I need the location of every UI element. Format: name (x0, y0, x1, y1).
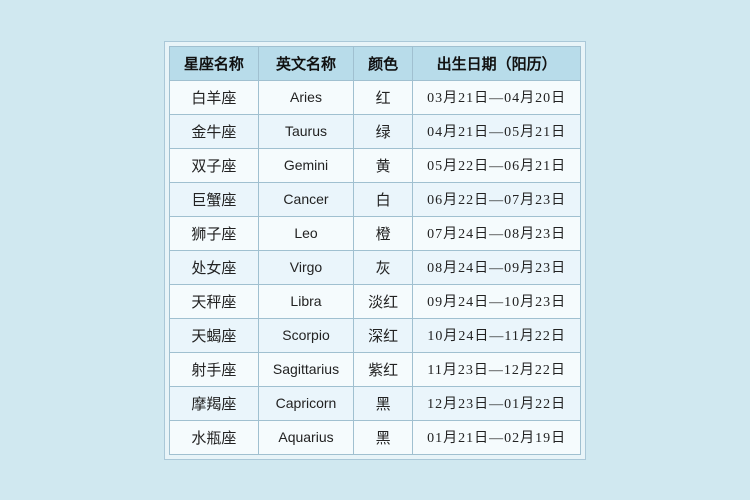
table-row: 处女座Virgo灰08月24日—09月23日 (169, 250, 580, 284)
table-row: 水瓶座Aquarius黑01月21日—02月19日 (169, 420, 580, 454)
cell-color: 灰 (354, 250, 413, 284)
cell-date_range: 03月21日—04月20日 (413, 80, 581, 114)
cell-date_range: 10月24日—11月22日 (413, 318, 581, 352)
table-row: 天蝎座Scorpio深红10月24日—11月22日 (169, 318, 580, 352)
cell-zh_name: 天蝎座 (169, 318, 258, 352)
column-header-en_name: 英文名称 (258, 46, 353, 80)
column-header-color: 颜色 (354, 46, 413, 80)
cell-date_range: 12月23日—01月22日 (413, 386, 581, 420)
column-header-date_range: 出生日期（阳历） (413, 46, 581, 80)
table-row: 狮子座Leo橙07月24日—08月23日 (169, 216, 580, 250)
table-row: 巨蟹座Cancer白06月22日—07月23日 (169, 182, 580, 216)
cell-en_name: Aquarius (258, 420, 353, 454)
cell-en_name: Leo (258, 216, 353, 250)
table-header-row: 星座名称英文名称颜色出生日期（阳历） (169, 46, 580, 80)
cell-zh_name: 金牛座 (169, 114, 258, 148)
cell-en_name: Taurus (258, 114, 353, 148)
table-row: 摩羯座Capricorn黑12月23日—01月22日 (169, 386, 580, 420)
cell-date_range: 08月24日—09月23日 (413, 250, 581, 284)
cell-color: 橙 (354, 216, 413, 250)
table-body: 白羊座Aries红03月21日—04月20日金牛座Taurus绿04月21日—0… (169, 80, 580, 454)
cell-zh_name: 水瓶座 (169, 420, 258, 454)
cell-color: 淡红 (354, 284, 413, 318)
table-row: 金牛座Taurus绿04月21日—05月21日 (169, 114, 580, 148)
column-header-zh_name: 星座名称 (169, 46, 258, 80)
cell-color: 白 (354, 182, 413, 216)
cell-en_name: Virgo (258, 250, 353, 284)
cell-zh_name: 狮子座 (169, 216, 258, 250)
cell-en_name: Sagittarius (258, 352, 353, 386)
cell-zh_name: 处女座 (169, 250, 258, 284)
table-row: 双子座Gemini黄05月22日—06月21日 (169, 148, 580, 182)
cell-zh_name: 双子座 (169, 148, 258, 182)
cell-en_name: Aries (258, 80, 353, 114)
table-row: 天秤座Libra淡红09月24日—10月23日 (169, 284, 580, 318)
cell-zh_name: 天秤座 (169, 284, 258, 318)
cell-date_range: 05月22日—06月21日 (413, 148, 581, 182)
cell-date_range: 06月22日—07月23日 (413, 182, 581, 216)
cell-zh_name: 摩羯座 (169, 386, 258, 420)
cell-date_range: 01月21日—02月19日 (413, 420, 581, 454)
cell-date_range: 11月23日—12月22日 (413, 352, 581, 386)
cell-date_range: 07月24日—08月23日 (413, 216, 581, 250)
table-row: 射手座Sagittarius紫红11月23日—12月22日 (169, 352, 580, 386)
cell-color: 紫红 (354, 352, 413, 386)
cell-zh_name: 巨蟹座 (169, 182, 258, 216)
cell-color: 黑 (354, 420, 413, 454)
cell-zh_name: 白羊座 (169, 80, 258, 114)
cell-color: 深红 (354, 318, 413, 352)
cell-color: 黑 (354, 386, 413, 420)
cell-en_name: Gemini (258, 148, 353, 182)
cell-zh_name: 射手座 (169, 352, 258, 386)
cell-date_range: 09月24日—10月23日 (413, 284, 581, 318)
cell-color: 红 (354, 80, 413, 114)
cell-en_name: Cancer (258, 182, 353, 216)
cell-color: 绿 (354, 114, 413, 148)
cell-date_range: 04月21日—05月21日 (413, 114, 581, 148)
cell-en_name: Libra (258, 284, 353, 318)
table-row: 白羊座Aries红03月21日—04月20日 (169, 80, 580, 114)
cell-en_name: Capricorn (258, 386, 353, 420)
zodiac-table-container: 星座名称英文名称颜色出生日期（阳历） 白羊座Aries红03月21日—04月20… (164, 41, 586, 460)
cell-color: 黄 (354, 148, 413, 182)
cell-en_name: Scorpio (258, 318, 353, 352)
zodiac-table: 星座名称英文名称颜色出生日期（阳历） 白羊座Aries红03月21日—04月20… (169, 46, 581, 455)
